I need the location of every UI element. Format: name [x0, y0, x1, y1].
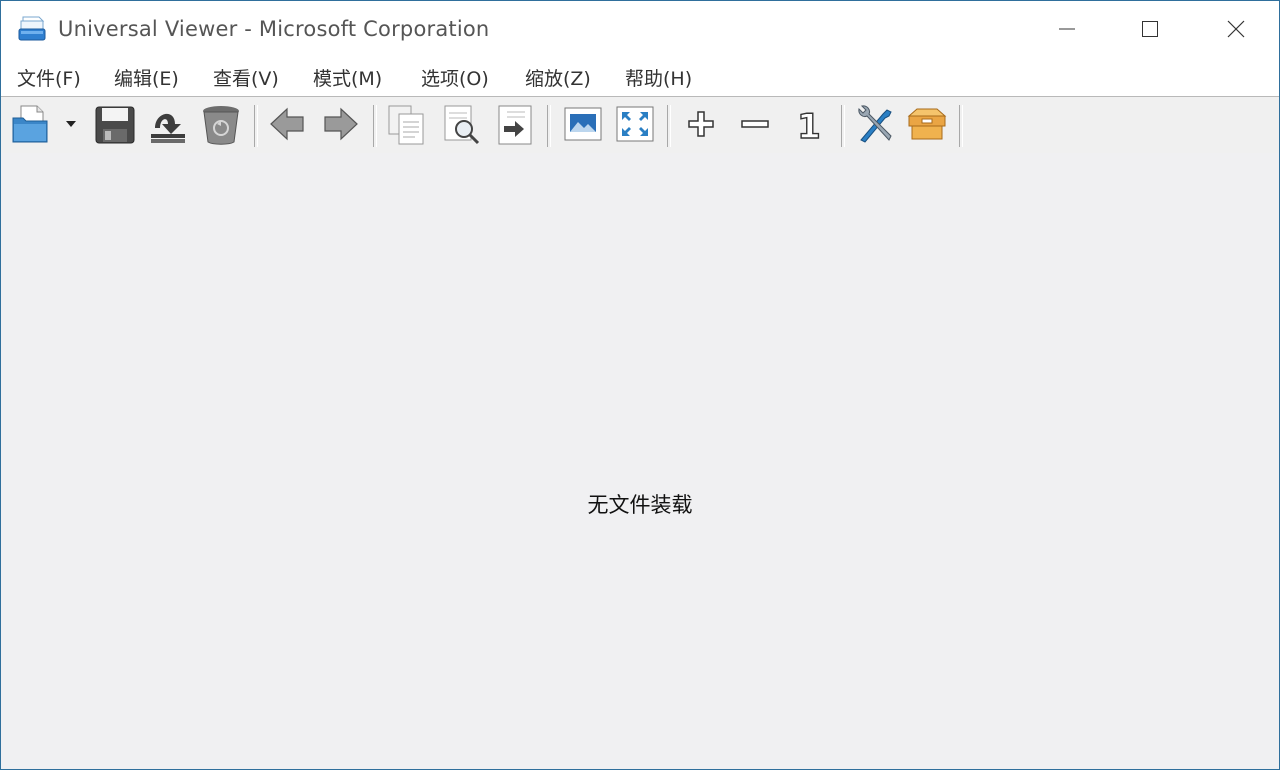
open-folder-icon	[12, 105, 48, 143]
tools-icon	[858, 105, 892, 143]
previous-button[interactable]	[265, 102, 309, 146]
print-preview-icon	[444, 105, 480, 145]
fit-image-button[interactable]	[561, 102, 605, 146]
open-button[interactable]	[9, 102, 53, 146]
menu-bar: 文件(F) 编辑(E) 查看(V) 模式(M) 选项(O) 缩放(Z) 帮助(H…	[1, 59, 1279, 97]
recycle-bin-icon	[203, 106, 239, 145]
menu-file[interactable]: 文件(F)	[15, 64, 83, 91]
toolbar-separator	[254, 105, 258, 147]
zoom-out-icon	[741, 120, 769, 128]
plugin-box-icon	[907, 108, 947, 140]
toolbar-separator	[373, 105, 377, 147]
zoom-out-button[interactable]	[733, 102, 777, 146]
dropdown-arrow-icon	[66, 121, 76, 127]
image-fit-icon	[564, 107, 602, 141]
save-button[interactable]	[93, 102, 137, 146]
menu-help[interactable]: 帮助(H)	[623, 64, 694, 91]
fullscreen-icon	[616, 106, 654, 142]
close-icon	[1227, 20, 1245, 38]
menu-options[interactable]: 选项(O)	[419, 64, 491, 91]
fullscreen-button[interactable]	[613, 102, 657, 146]
back-arrow-icon	[270, 107, 304, 141]
reload-icon	[151, 113, 185, 143]
minimize-icon	[1059, 28, 1075, 30]
open-dropdown-button[interactable]	[59, 102, 83, 146]
minimize-button[interactable]	[1044, 1, 1090, 57]
options-button[interactable]	[853, 102, 897, 146]
menu-zoom[interactable]: 缩放(Z)	[523, 64, 593, 91]
copy-button[interactable]	[385, 102, 429, 146]
toolbar-separator	[959, 105, 963, 147]
export-icon	[498, 105, 532, 145]
save-icon	[95, 106, 135, 144]
close-button[interactable]	[1213, 1, 1259, 57]
plugins-button[interactable]	[905, 102, 949, 146]
forward-arrow-icon	[324, 107, 358, 141]
zoom-original-icon: 1	[796, 106, 821, 146]
reload-button[interactable]	[145, 102, 189, 146]
toolbar-separator	[547, 105, 551, 147]
print-preview-button[interactable]	[439, 102, 483, 146]
toolbar-separator	[667, 105, 671, 147]
copy-icon	[388, 105, 424, 145]
menu-mode[interactable]: 模式(M)	[311, 64, 384, 91]
menu-edit[interactable]: 编辑(E)	[112, 64, 181, 91]
zoom-in-button[interactable]	[679, 102, 723, 146]
delete-button[interactable]	[199, 102, 243, 146]
maximize-button[interactable]	[1127, 1, 1173, 57]
menu-view[interactable]: 查看(V)	[211, 64, 281, 91]
next-button[interactable]	[319, 102, 363, 146]
zoom-original-label: 1	[797, 107, 821, 146]
export-button[interactable]	[493, 102, 537, 146]
empty-message: 无文件装载	[587, 493, 693, 517]
toolbar: 1	[1, 97, 1279, 153]
viewer-area[interactable]: 无文件装载	[1, 153, 1279, 769]
toolbar-separator	[841, 105, 845, 147]
title-bar[interactable]: Universal Viewer - Microsoft Corporation	[1, 1, 1279, 59]
zoom-original-button[interactable]: 1	[787, 102, 831, 146]
zoom-in-icon	[688, 111, 714, 137]
window-title: Universal Viewer - Microsoft Corporation	[58, 17, 490, 41]
app-icon	[17, 15, 47, 43]
app-window: Universal Viewer - Microsoft Corporation…	[0, 0, 1280, 770]
maximize-icon	[1142, 21, 1158, 37]
